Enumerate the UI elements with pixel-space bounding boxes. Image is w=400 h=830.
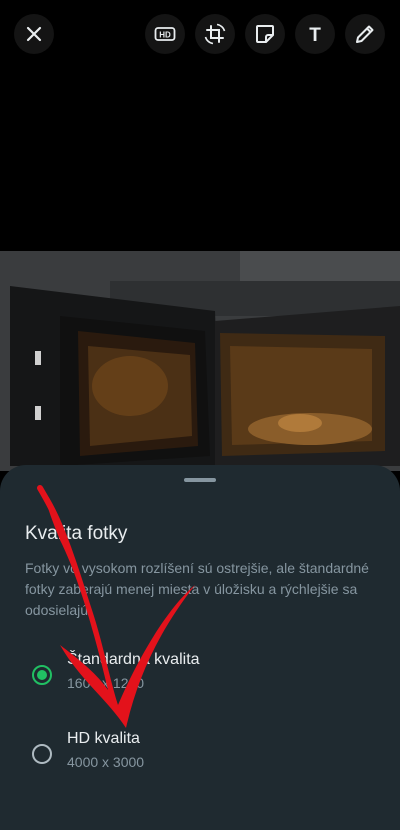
pencil-icon [356, 25, 374, 43]
editor-toolbar: HD T [0, 0, 400, 70]
photo-preview [0, 251, 400, 471]
text-icon: T [309, 25, 321, 46]
microwave-photo [0, 251, 400, 471]
svg-text:T: T [309, 25, 321, 46]
crop-rotate-icon [204, 23, 226, 45]
hd-icon: HD [154, 27, 176, 41]
sticker-button[interactable] [245, 14, 285, 54]
option-label: Štandardná kvalita [67, 651, 200, 668]
quality-option-standard[interactable]: Štandardná kvalita 1600 x 1200 [0, 651, 400, 713]
quality-option-hd[interactable]: HD kvalita 4000 x 3000 [0, 730, 400, 792]
sticker-icon [256, 25, 274, 43]
hd-quality-button[interactable]: HD [145, 14, 185, 54]
sheet-drag-handle[interactable] [184, 478, 216, 482]
radio-button-unselected[interactable] [32, 744, 52, 764]
option-resolution: 4000 x 3000 [67, 754, 145, 770]
option-resolution: 1600 x 1200 [67, 675, 145, 691]
sheet-description: Fotky vo vysokom rozlíšení sú ostrejšie,… [25, 560, 369, 618]
close-icon [26, 26, 42, 42]
option-label: HD kvalita [67, 730, 140, 747]
sheet-title: Kvalita fotky [25, 523, 128, 544]
photo-quality-sheet: Kvalita fotky Fotky vo vysokom rozlíšení… [0, 465, 400, 830]
radio-button-selected[interactable] [32, 665, 52, 685]
radio-dot [37, 670, 47, 680]
text-tool-button[interactable]: T [295, 14, 335, 54]
close-button[interactable] [14, 14, 54, 54]
svg-text:HD: HD [159, 30, 171, 39]
draw-button[interactable] [345, 14, 385, 54]
crop-rotate-button[interactable] [195, 14, 235, 54]
